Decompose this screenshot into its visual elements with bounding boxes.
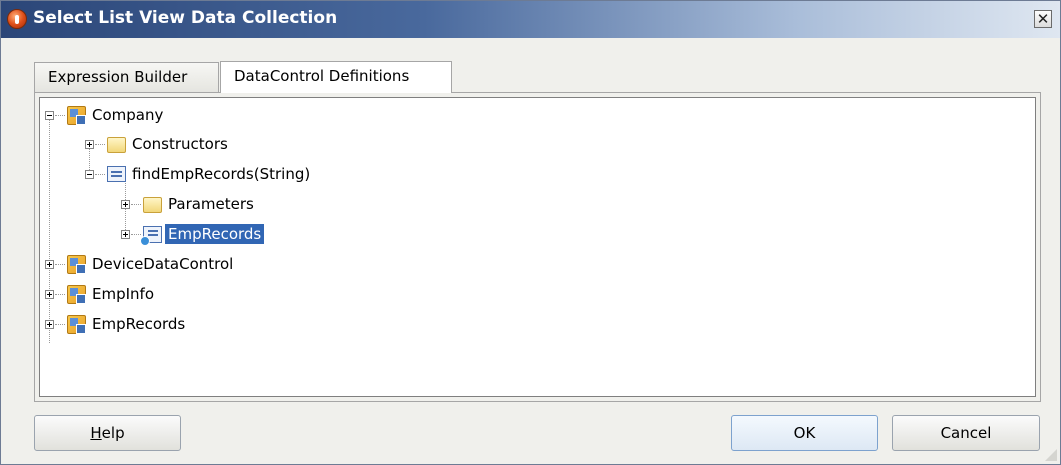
tree-item-label: Parameters [168, 195, 254, 213]
tree-item-label: DeviceDataControl [92, 255, 234, 273]
tree-item-emprecords[interactable]: EmpRecords [45, 310, 185, 338]
expand-toggle-icon[interactable] [45, 259, 54, 269]
cancel-button[interactable]: Cancel [892, 415, 1040, 451]
folder-icon [107, 137, 126, 153]
data-control-icon [67, 105, 86, 125]
folder-icon [143, 197, 162, 213]
help-label: elp [101, 424, 125, 442]
data-control-icon [67, 284, 86, 304]
expand-toggle-icon[interactable] [85, 139, 94, 149]
title-bar[interactable]: Select List View Data Collection ✕ [1, 1, 1060, 38]
help-button[interactable]: Help [34, 415, 181, 451]
dialog-window: Select List View Data Collection ✕ Expre… [0, 0, 1061, 465]
tree-item-empinfo[interactable]: EmpInfo [45, 280, 154, 308]
tree-item-company[interactable]: Company [45, 101, 163, 129]
oracle-app-icon [7, 9, 27, 29]
tree-item-label: EmpInfo [92, 285, 154, 303]
datacontrol-tree[interactable]: Company Constructors findEmpRecords(Stri… [39, 97, 1036, 397]
tree-item-label: findEmpRecords(String) [132, 165, 311, 183]
close-button[interactable]: ✕ [1034, 10, 1052, 28]
expand-toggle-icon[interactable] [45, 289, 54, 299]
tree-item-label: Constructors [132, 135, 228, 153]
tree-item-devicedatacontrol[interactable]: DeviceDataControl [45, 250, 233, 278]
resize-grip-icon[interactable] [1043, 447, 1057, 461]
expand-toggle-icon[interactable] [45, 319, 54, 329]
tab-expression-builder[interactable]: Expression Builder [34, 62, 219, 92]
method-icon [107, 166, 126, 182]
help-mnemonic: H [90, 424, 102, 442]
tree-item-label: EmpRecords [92, 315, 186, 333]
ok-button[interactable]: OK [731, 415, 878, 451]
dialog-title: Select List View Data Collection [33, 8, 338, 28]
tab-panel: Company Constructors findEmpRecords(Stri… [34, 92, 1041, 402]
tree-item-findemprecords[interactable]: findEmpRecords(String) [85, 160, 310, 188]
collapse-toggle-icon[interactable] [85, 169, 94, 179]
tree-item-constructors[interactable]: Constructors [85, 130, 228, 158]
tree-item-label: Company [92, 106, 164, 124]
expand-toggle-icon[interactable] [121, 199, 130, 209]
tree-item-label: EmpRecords [165, 224, 265, 244]
tree-item-parameters[interactable]: Parameters [121, 190, 254, 218]
tree-item-emprecords-collection[interactable]: EmpRecords [121, 220, 265, 248]
data-control-icon [67, 254, 86, 274]
expand-toggle-icon[interactable] [121, 229, 130, 239]
tab-datacontrol-definitions[interactable]: DataControl Definitions [220, 61, 452, 93]
collapse-toggle-icon[interactable] [45, 110, 54, 120]
collection-icon [140, 225, 162, 246]
data-control-icon [67, 314, 86, 334]
